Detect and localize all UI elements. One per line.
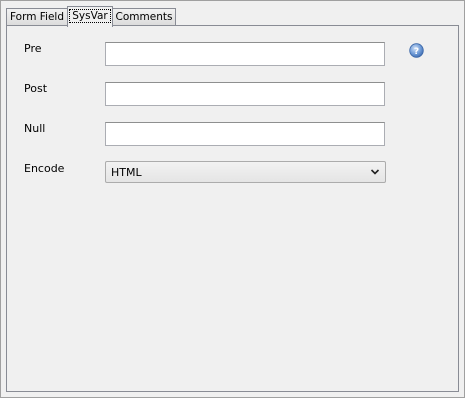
sysvar-panel <box>6 25 459 392</box>
help-icon[interactable]: ? <box>409 43 424 58</box>
encode-select[interactable]: HTML <box>105 161 386 183</box>
svg-text:?: ? <box>414 47 419 57</box>
tab-comments[interactable]: Comments <box>112 8 176 25</box>
null-input[interactable] <box>105 122 385 146</box>
post-input[interactable] <box>105 82 385 106</box>
tab-form-field-label: Form Field <box>9 11 65 23</box>
tab-form-field[interactable]: Form Field <box>6 8 68 25</box>
null-label: Null <box>24 122 46 135</box>
encode-label: Encode <box>24 162 65 175</box>
tab-sysvar-label: SysVar <box>69 9 111 23</box>
tab-sysvar[interactable]: SysVar <box>67 6 113 27</box>
encode-selected-value: HTML <box>111 166 142 179</box>
tab-strip: Form Field SysVar Comments <box>6 6 459 27</box>
chevron-down-icon <box>369 165 381 179</box>
pre-input[interactable] <box>105 42 385 66</box>
pre-label: Pre <box>24 42 42 55</box>
tab-comments-label: Comments <box>115 11 173 23</box>
post-label: Post <box>24 82 48 95</box>
